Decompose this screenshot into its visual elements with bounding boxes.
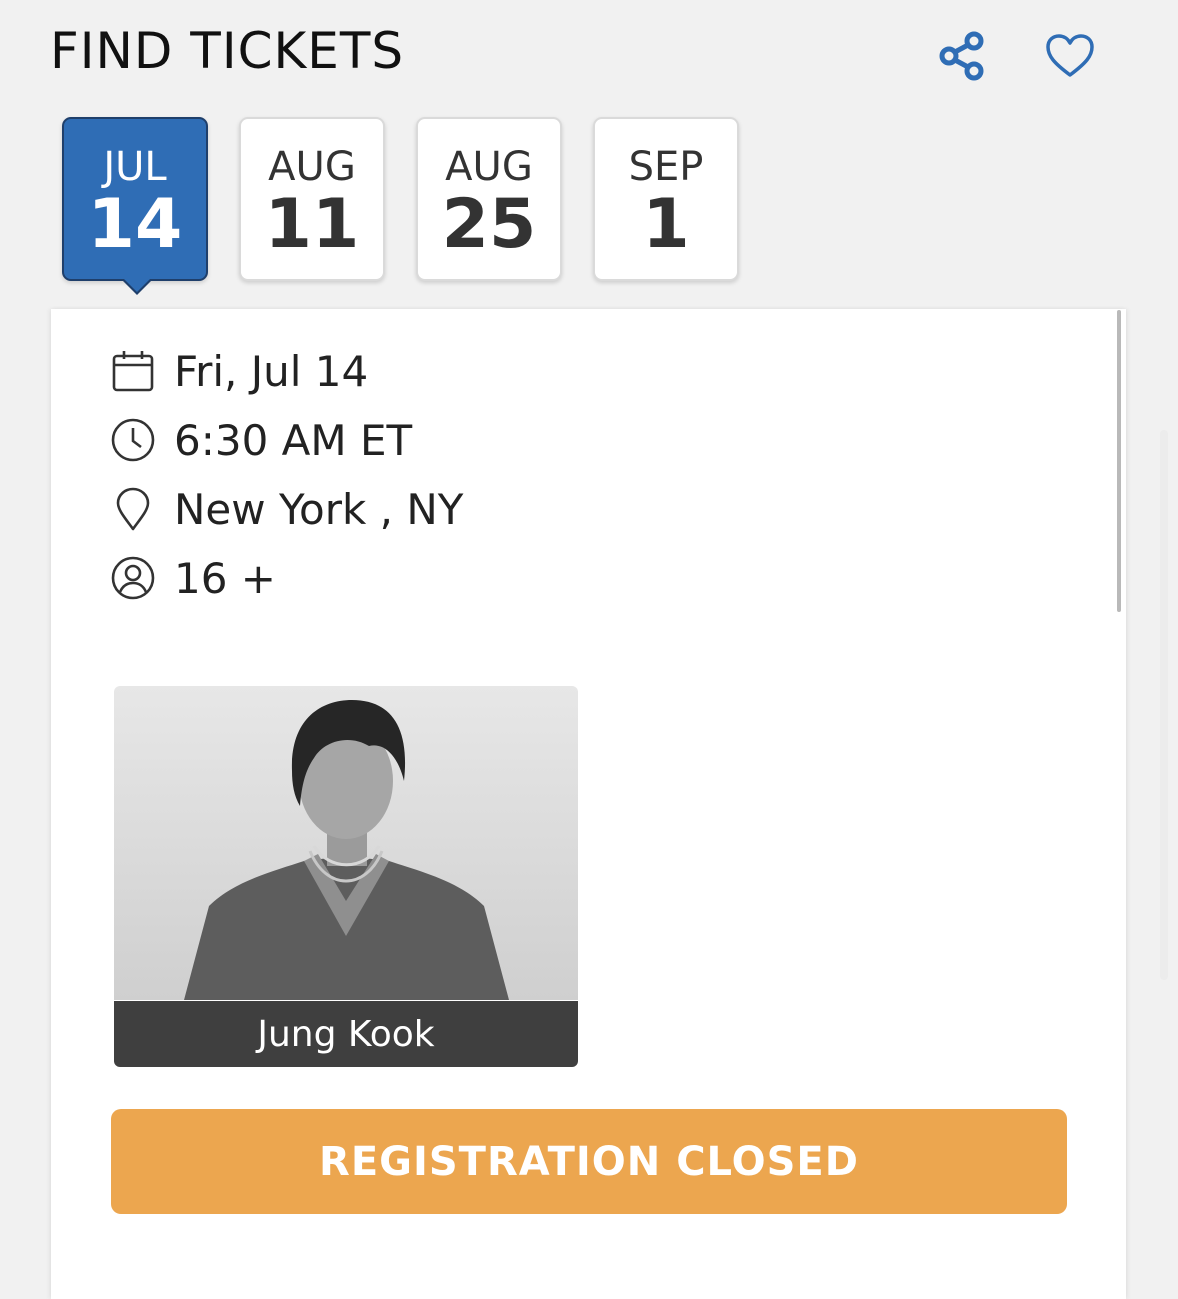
artist-photo	[114, 686, 578, 1000]
date-tab-day: 25	[441, 185, 537, 264]
event-date-row: Fri, Jul 14	[110, 346, 369, 396]
page-scrollbar[interactable]	[1160, 430, 1168, 980]
event-time: 6:30 AM ET	[174, 415, 413, 465]
event-time-row: 6:30 AM ET	[110, 415, 413, 465]
event-age-row: 16 +	[110, 553, 276, 603]
registration-closed-button[interactable]: REGISTRATION CLOSED	[111, 1109, 1067, 1214]
favorite-button[interactable]	[1040, 26, 1100, 86]
clock-icon	[111, 418, 155, 462]
date-tab-sep-1[interactable]: SEP 1	[593, 117, 739, 281]
event-location: New York , NY	[174, 484, 464, 534]
date-tab-day: 14	[87, 185, 183, 264]
date-tab-day: 11	[264, 185, 360, 264]
artist-name: Jung Kook	[114, 1001, 578, 1067]
location-pin-icon	[116, 487, 150, 531]
share-button[interactable]	[932, 26, 992, 86]
date-tab-day: 1	[642, 185, 690, 264]
card-scrollbar[interactable]	[1117, 310, 1121, 612]
date-tabs: JUL 14 AUG 11 AUG 25 SEP 1	[62, 117, 739, 295]
date-tab-month: AUG	[268, 144, 356, 190]
page-title: FIND TICKETS	[50, 22, 405, 80]
event-location-row: New York , NY	[110, 484, 464, 534]
date-tab-month: AUG	[445, 144, 533, 190]
date-tab-aug-11[interactable]: AUG 11	[239, 117, 385, 281]
date-tab-month: JUL	[103, 144, 167, 190]
user-circle-icon	[111, 556, 155, 600]
calendar-icon	[112, 351, 154, 392]
event-date: Fri, Jul 14	[174, 346, 369, 396]
date-tab-jul-14[interactable]: JUL 14	[62, 117, 208, 295]
share-icon	[939, 31, 984, 81]
event-age-limit: 16 +	[174, 553, 276, 603]
date-tab-month: SEP	[628, 144, 704, 190]
heart-icon	[1046, 34, 1094, 77]
artist-card[interactable]: Jung Kook	[114, 686, 578, 1067]
date-tab-aug-25[interactable]: AUG 25	[416, 117, 562, 281]
